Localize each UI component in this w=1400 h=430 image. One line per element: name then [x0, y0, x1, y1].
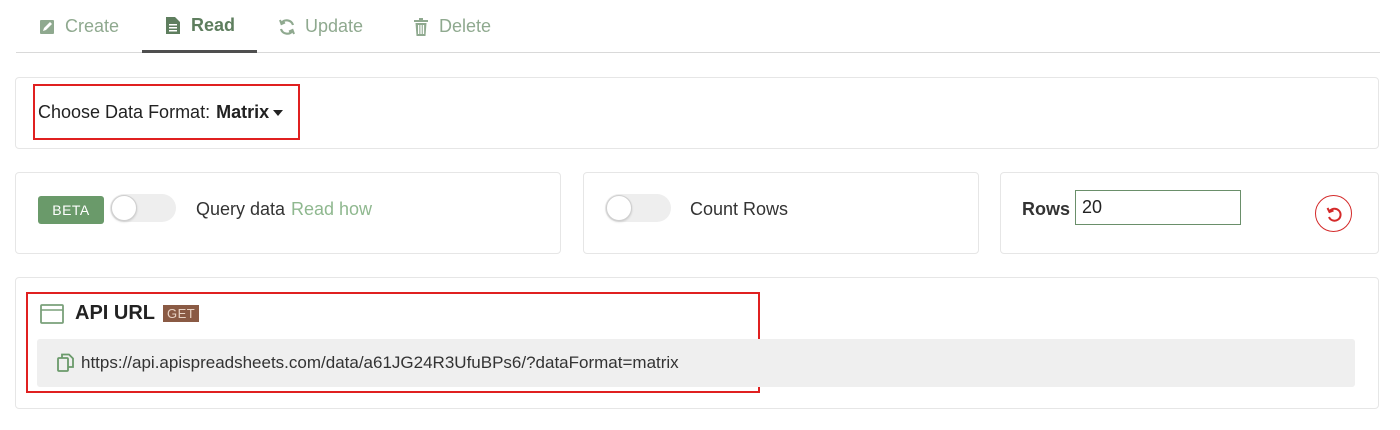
tab-read-label: Read	[190, 14, 235, 35]
data-format-dropdown[interactable]: Choose Data Format: Matrix	[38, 102, 284, 123]
rows-input[interactable]	[1075, 190, 1241, 225]
tab-bar: Create Read Update Delete	[16, 0, 1380, 53]
api-url-title: API URL	[75, 302, 155, 324]
copy-icon[interactable]	[57, 353, 75, 373]
data-format-label: Choose Data Format:	[38, 102, 211, 122]
count-rows-toggle[interactable]	[605, 194, 671, 222]
trash-icon	[412, 17, 430, 36]
toggle-knob	[606, 195, 632, 221]
tab-read[interactable]: Read	[142, 0, 257, 53]
document-icon	[164, 16, 182, 34]
reset-button[interactable]	[1315, 195, 1352, 232]
caret-down-icon	[273, 109, 284, 116]
tab-create[interactable]: Create	[38, 0, 119, 53]
tab-delete[interactable]: Delete	[412, 0, 491, 53]
api-url-text[interactable]: https://api.apispreadsheets.com/data/a61…	[81, 353, 679, 373]
beta-badge: BETA	[38, 196, 104, 224]
tab-create-label: Create	[65, 16, 120, 36]
edit-icon	[38, 18, 56, 36]
browser-window-icon	[40, 303, 64, 325]
read-how-link[interactable]: Read how	[291, 199, 372, 220]
query-data-toggle[interactable]	[110, 194, 176, 222]
get-method-badge: GET	[163, 305, 200, 322]
tab-update[interactable]: Update	[278, 0, 363, 53]
rows-label: Rows	[1022, 199, 1071, 219]
api-url-header: API URL GET	[40, 302, 200, 325]
tab-update-label: Update	[305, 16, 364, 36]
refresh-arrows-icon	[278, 18, 296, 36]
query-data-label: Query data	[196, 199, 286, 219]
undo-icon	[1325, 205, 1343, 223]
count-rows-label: Count Rows	[690, 199, 789, 219]
toggle-knob	[111, 195, 137, 221]
api-url-box: https://api.apispreadsheets.com/data/a61…	[37, 339, 1355, 387]
tab-delete-label: Delete	[439, 16, 492, 36]
data-format-value: Matrix	[216, 102, 270, 122]
